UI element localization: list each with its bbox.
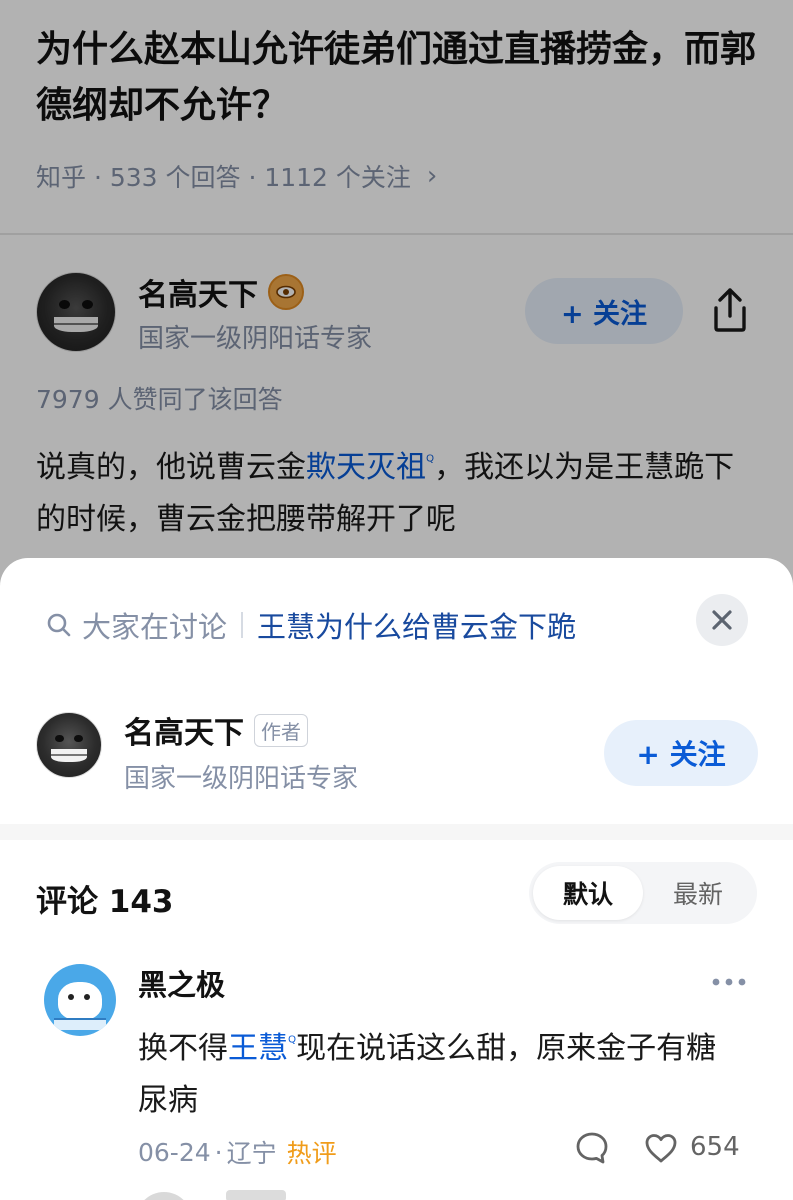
discussion-label: 大家在讨论 bbox=[82, 610, 228, 644]
divider bbox=[241, 612, 244, 638]
comment-date: 06-24 bbox=[138, 1137, 211, 1167]
avatar bbox=[136, 1192, 192, 1200]
follow-button[interactable]: + 关注 bbox=[604, 720, 758, 786]
commenter-name[interactable]: 黑之极 bbox=[138, 962, 225, 1004]
comment-text-before: 换不得 bbox=[138, 1031, 228, 1066]
discussion-bar[interactable]: 大家在讨论 王慧为什么给曹云金下跪 bbox=[46, 604, 576, 646]
heart-icon[interactable] bbox=[644, 1132, 678, 1164]
sort-default-tab[interactable]: 默认 bbox=[533, 866, 643, 920]
avatar[interactable] bbox=[44, 964, 116, 1036]
author-tag-badge: 作者 bbox=[254, 713, 308, 747]
comment-sheet: 大家在讨论 王慧为什么给曹云金下跪 名高天下 作者 国家一级阴阳话专家 + 关注… bbox=[0, 558, 793, 1200]
comment-item: 黑之极 换不得王慧ꟴ现在说话这么甜，原来金子有糖尿病 06-24 · 辽宁 热评… bbox=[44, 962, 757, 1172]
close-icon bbox=[712, 610, 732, 630]
search-icon bbox=[47, 613, 71, 637]
close-button[interactable] bbox=[696, 594, 748, 646]
hot-comment-badge: 热评 bbox=[286, 1139, 337, 1168]
comments-header: 评论 143 bbox=[36, 884, 174, 920]
comment-text[interactable]: 换不得王慧ꟴ现在说话这么甜，原来金子有糖尿病 bbox=[138, 1016, 738, 1127]
sort-toggle: 默认 最新 bbox=[529, 862, 757, 924]
avatar[interactable] bbox=[36, 712, 102, 778]
search-icon: ꟴ bbox=[288, 1032, 297, 1051]
comment-meta: 06-24 · 辽宁 热评 bbox=[138, 1134, 337, 1170]
meta-dot: · bbox=[214, 1137, 223, 1167]
more-icon[interactable] bbox=[710, 976, 748, 988]
sheet-author-row: 名高天下 作者 国家一级阴阳话专家 + 关注 bbox=[36, 708, 758, 804]
section-divider bbox=[0, 824, 793, 840]
author-name-text: 名高天下 bbox=[124, 716, 244, 751]
search-link[interactable]: 王慧 bbox=[228, 1031, 288, 1066]
author-bio: 国家一级阴阳话专家 bbox=[124, 764, 359, 794]
like-count: 654 bbox=[690, 1132, 740, 1162]
author-name[interactable]: 名高天下 作者 bbox=[124, 708, 308, 752]
reply-icon[interactable] bbox=[574, 1130, 610, 1166]
comment-location: 辽宁 bbox=[226, 1139, 277, 1168]
list-item bbox=[226, 1190, 286, 1200]
sort-latest-tab[interactable]: 最新 bbox=[643, 866, 753, 920]
discussion-topic-link[interactable]: 王慧为什么给曹云金下跪 bbox=[257, 604, 576, 646]
